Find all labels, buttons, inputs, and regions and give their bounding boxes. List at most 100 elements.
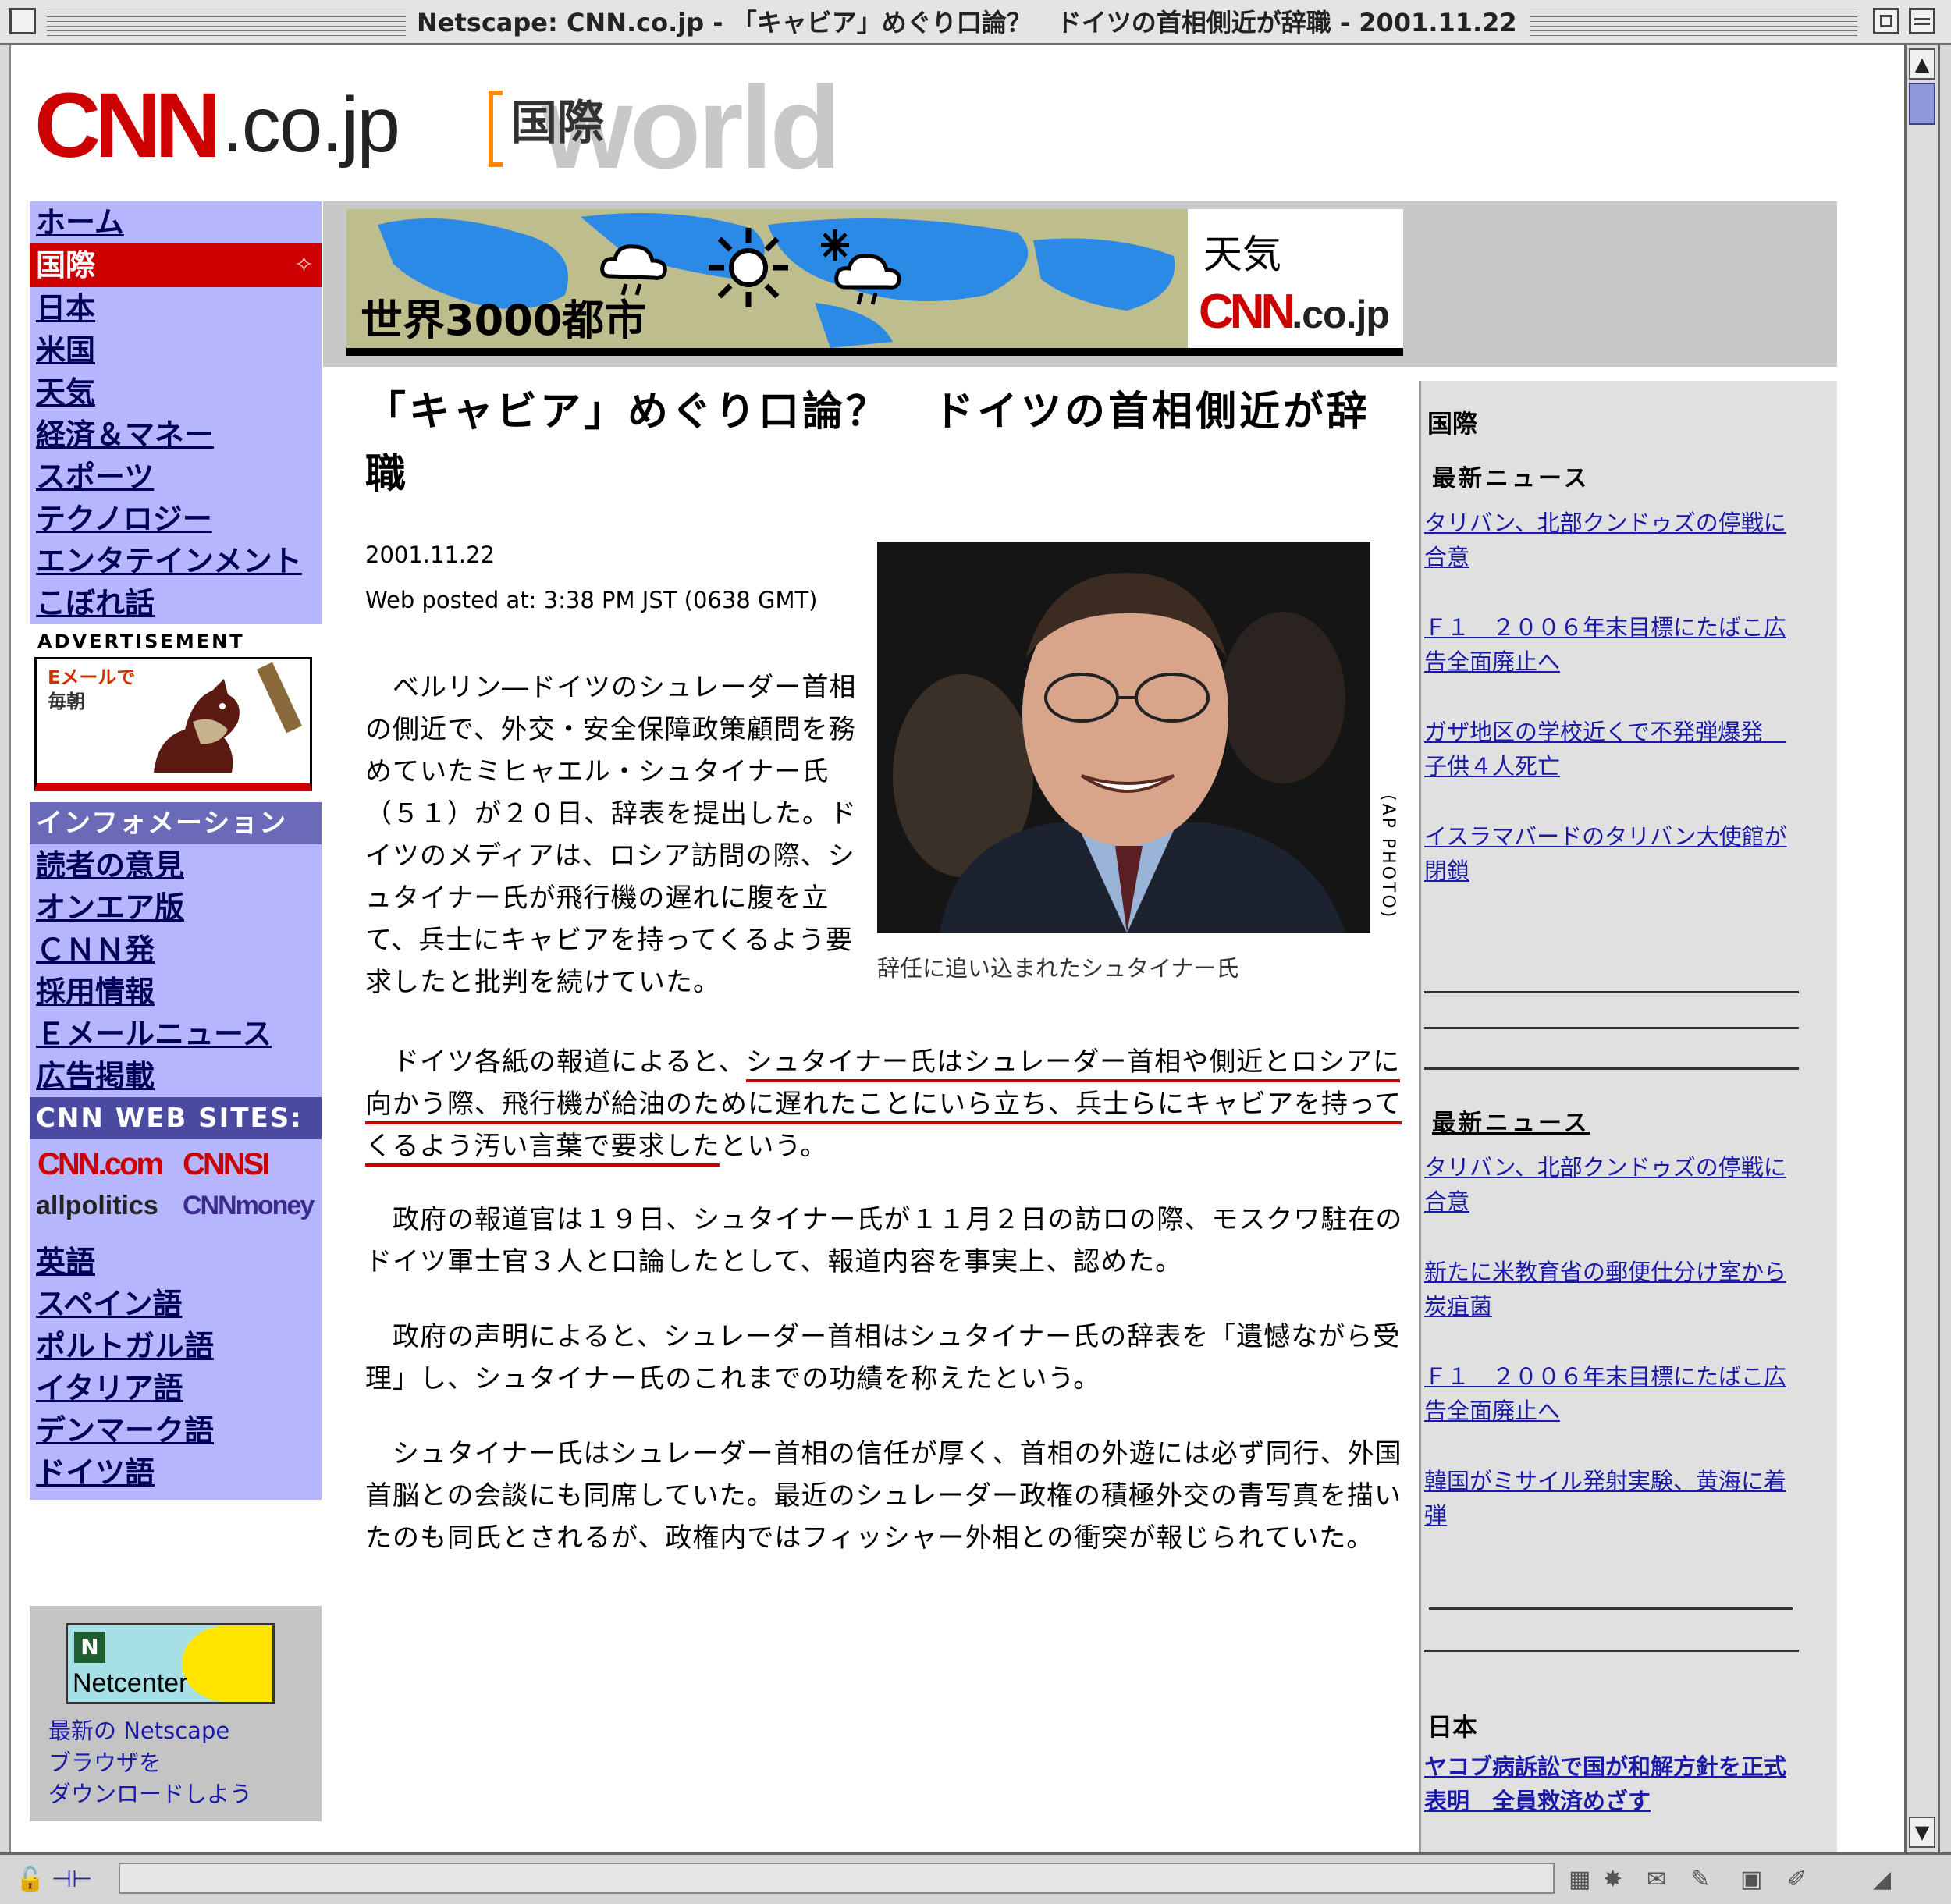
sidebar-news-link[interactable]: ガザ地区の学校近くで不発弾爆発 子供４人死亡 xyxy=(1424,715,1799,783)
netcenter-promo[interactable]: N Netcenter 最新の Netscape ブラウザを ダウンロードしよう xyxy=(30,1606,322,1821)
netcenter-caption[interactable]: 最新の Netscape ブラウザを ダウンロードしよう xyxy=(48,1715,252,1810)
nav-info: 読者の意見 オンエア版 ＣＮＮ発 採用情報 Ｅメールニュース 広告掲載 xyxy=(30,844,322,1097)
nav-item-offbeat[interactable]: こぼれ話 xyxy=(30,582,322,624)
sidebar-divider xyxy=(1424,1650,1799,1652)
paragraph-2-lead: ドイツ各紙の報道によると、 xyxy=(365,1046,746,1078)
nav-item-from-cnn[interactable]: ＣＮＮ発 xyxy=(30,929,322,971)
nav-item-email-news[interactable]: Ｅメールニュース xyxy=(30,1013,322,1055)
connection-icon[interactable]: ⊣⊢ xyxy=(52,1866,92,1893)
scroll-thumb[interactable] xyxy=(1909,83,1935,125)
photo-caption: 辞任に追い込まれたシュタイナー氏 xyxy=(877,955,1239,982)
nav-item-reader-opinions[interactable]: 読者の意見 xyxy=(30,844,322,886)
allpolitics-logo[interactable]: allpolitics xyxy=(36,1191,158,1221)
window-title: Netscape: CNN.co.jp - 「キャビア」めぐり口論？ ドイツの首… xyxy=(406,6,1528,39)
ad-text: Eメールで 毎朝 xyxy=(48,666,135,714)
sidebar-news-link[interactable]: タリバン、北部クンドゥズの停戦に合意 xyxy=(1424,1150,1799,1219)
article-paragraph-5: シュタイナー氏はシュレーダー首相の信任が厚く、首相の外遊には必ず同行、外国首脳と… xyxy=(365,1438,1402,1554)
sidebar-subheading-latest-2[interactable]: 最新ニュース xyxy=(1432,1103,1590,1138)
nav-item-world-active[interactable]: 国際 ✧ xyxy=(30,243,322,287)
weather-cnn-logo-suffix: .co.jp xyxy=(1292,293,1390,336)
nav-item-jobs[interactable]: 採用情報 xyxy=(30,971,322,1013)
weather-banner[interactable]: 世界3000都市 xyxy=(346,209,1188,356)
sun-icon xyxy=(709,228,788,307)
right-sidebar: 国際 最新ニュース タリバン、北部クンドゥズの停戦に合意 Ｆ１ ２００６年末目標… xyxy=(1419,381,1837,1852)
article-date: 2001.11.22 xyxy=(365,542,496,568)
resize-grip-icon[interactable]: ◢ xyxy=(1873,1866,1891,1893)
discussion-icon[interactable]: ✎ xyxy=(1690,1866,1710,1893)
netcenter-caption-line: ダウンロードしよう xyxy=(48,1781,253,1808)
sidebar-heading-japan: 日本 xyxy=(1427,1712,1478,1742)
sidebar-news-link[interactable]: ヤコブ病訴訟で国が和解方針を正式表明 全員救済めざす xyxy=(1424,1749,1799,1818)
article-headline: 「キャビア」めぐり口論？ ドイツの首相側近が辞職 xyxy=(365,389,1371,498)
collapse-box-icon[interactable] xyxy=(1909,8,1935,34)
nav-item-us[interactable]: 米国 xyxy=(30,329,322,371)
nav-item-advertise[interactable]: 広告掲載 xyxy=(30,1055,322,1097)
close-box-icon[interactable] xyxy=(9,8,36,34)
section-bracket xyxy=(489,91,503,167)
sidebar-news-link[interactable]: 韓国がミサイル発射実験、黄海に着弾 xyxy=(1424,1464,1799,1533)
navigator-icon[interactable]: ✸ xyxy=(1603,1866,1622,1893)
paragraph-2-tail: という。 xyxy=(720,1131,828,1162)
sidebar-news-link[interactable]: イスラマバードのタリバン大使館が閉鎖 xyxy=(1424,819,1799,888)
nav-item-onair[interactable]: オンエア版 xyxy=(30,886,322,929)
cnnsi-logo[interactable]: CNNSI xyxy=(183,1147,270,1182)
sidebar-heading-world: 国際 xyxy=(1427,409,1478,439)
ad-pole-graphic xyxy=(257,662,302,734)
left-navigation: ホーム 国際 ✧ 日本 米国 天気 経済＆マネー スポーツ テクノロジー エンタ… xyxy=(30,201,322,1500)
cnn-sites-grid: CNN.com CNNSI allpolitics CNNmoney xyxy=(30,1139,322,1233)
scroll-up-icon[interactable]: ▲ xyxy=(1909,48,1935,80)
nav-item-german[interactable]: ドイツ語 xyxy=(30,1451,322,1494)
weather-cnn-logo-main: CNN xyxy=(1199,285,1295,339)
cnn-com-logo[interactable]: CNN.com xyxy=(37,1147,164,1182)
window-frame-left xyxy=(0,45,11,1904)
nav-item-danish[interactable]: デンマーク語 xyxy=(30,1409,322,1451)
article-paragraph-1: ベルリン―ドイツのシュレーダー首相の側近で、外交・安全保障政策顧問を務めていたミ… xyxy=(365,672,857,998)
vertical-scrollbar[interactable]: ▲ ▼ xyxy=(1904,45,1940,1852)
window-frame-right xyxy=(1940,45,1951,1904)
sidebar-news-link[interactable]: Ｆ１ ２００６年末目標にたばこ広告全面廃止へ xyxy=(1424,1359,1799,1428)
weather-logo-box[interactable]: 天気 CNN.co.jp xyxy=(1188,209,1403,356)
weather-label: 天気 xyxy=(1203,232,1281,277)
nav-item-spanish[interactable]: スペイン語 xyxy=(30,1283,322,1325)
sidebar-news-link[interactable]: タリバン、北部クンドゥズの停戦に合意 xyxy=(1424,506,1799,574)
zoom-box-icon[interactable] xyxy=(1873,8,1899,34)
nav-item-italian[interactable]: イタリア語 xyxy=(30,1367,322,1409)
nav-item-japan[interactable]: 日本 xyxy=(30,287,322,329)
sidebar-news-link[interactable]: 新たに米教育省の郵便仕分け室から炭疽菌 xyxy=(1424,1255,1799,1323)
advertisement-banner[interactable]: Eメールで 毎朝 xyxy=(34,657,312,791)
cnn-logo-suffix: .co.jp xyxy=(222,81,400,169)
netscape-n-icon: N xyxy=(74,1632,105,1663)
article-paragraph-4: 政府の声明によると、シュレーダー首相はシュタイナー氏の辞表を「遺憾ながら受理」し… xyxy=(365,1321,1401,1394)
nav-item-sports[interactable]: スポーツ xyxy=(30,456,322,498)
nav-item-weather[interactable]: 天気 xyxy=(30,371,322,414)
nav-item-entertainment[interactable]: エンタテインメント xyxy=(30,540,322,582)
info-heading: インフォメーション xyxy=(30,802,322,844)
status-bar: 🔓 ⊣⊢ ▦ ✸ ✉ ✎ ▣ ✐ ◢ xyxy=(0,1852,1951,1904)
nav-active-label: 国際 xyxy=(36,248,96,282)
cnnmoney-logo[interactable]: CNNmoney xyxy=(183,1191,315,1221)
cnn-logo[interactable]: CNN xyxy=(34,80,222,172)
sidebar-divider xyxy=(1424,1067,1799,1070)
ad-line1: Eメールで xyxy=(48,666,136,688)
nav-item-technology[interactable]: テクノロジー xyxy=(30,498,322,540)
inbox-icon[interactable]: ✉ xyxy=(1647,1866,1666,1893)
lock-icon[interactable]: 🔓 xyxy=(16,1866,44,1893)
nav-item-home[interactable]: ホーム xyxy=(30,201,322,243)
weather-banner-text: 世界3000都市 xyxy=(361,296,647,345)
nav-item-business[interactable]: 経済＆マネー xyxy=(30,414,322,456)
page-viewport: CNN .co.jp world 国際 ホーム 国際 ✧ 日本 米国 天気 経済… xyxy=(11,45,1904,1852)
scroll-down-icon[interactable]: ▼ xyxy=(1909,1817,1935,1848)
nav-item-portuguese[interactable]: ポルトガル語 xyxy=(30,1325,322,1367)
netcenter-banner[interactable]: N Netcenter xyxy=(66,1623,275,1704)
sidebar-news-link[interactable]: Ｆ１ ２００６年末目標にたばこ広告全面廃止へ xyxy=(1424,610,1799,679)
edit-icon[interactable]: ✐ xyxy=(1787,1866,1807,1893)
grid-icon[interactable]: ▦ xyxy=(1569,1866,1590,1893)
sparkle-icon: ✧ xyxy=(293,251,314,279)
window-titlebar[interactable]: Netscape: CNN.co.jp - 「キャビア」めぐり口論？ ドイツの首… xyxy=(0,0,1951,45)
status-message-field xyxy=(119,1863,1555,1894)
article-paragraph-3: 政府の報道官は１９日、シュタイナー氏が１１月２日の訪ロの際、モスクワ駐在のドイツ… xyxy=(365,1204,1403,1277)
netcenter-label: Netcenter xyxy=(73,1668,188,1698)
article-paragraph-2: ドイツ各紙の報道によると、シュタイナー氏はシュレーダー首相や側近とロシアに向かう… xyxy=(365,1041,1403,1167)
nav-item-english[interactable]: 英語 xyxy=(30,1241,322,1283)
composer-icon[interactable]: ▣ xyxy=(1740,1866,1762,1893)
